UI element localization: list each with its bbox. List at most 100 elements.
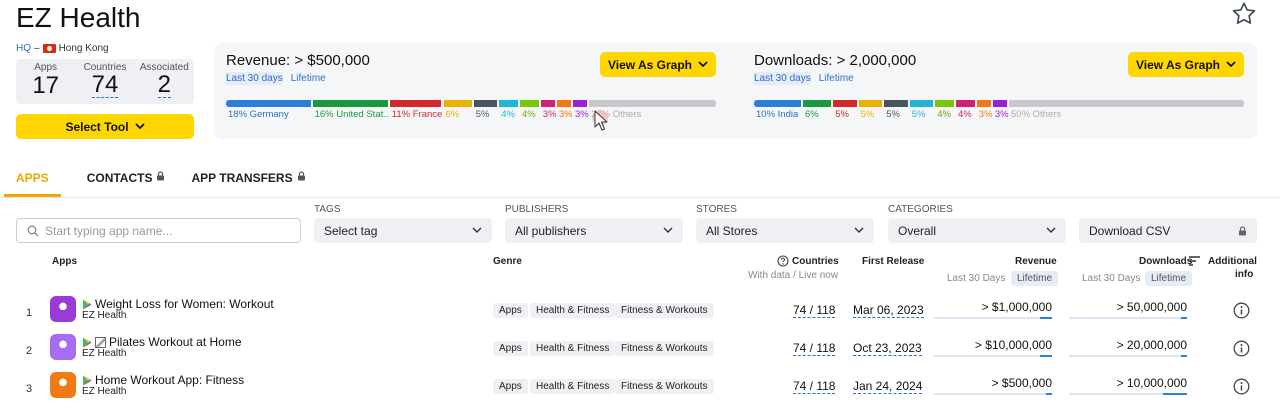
app-name[interactable]: Home Workout App: Fitness <box>95 373 244 387</box>
tab-apps[interactable]: APPS <box>4 163 61 197</box>
genre-chip[interactable]: Health & Fitness <box>530 341 616 356</box>
column-revenue[interactable]: Revenue <box>1015 256 1057 267</box>
bar-segment[interactable] <box>589 100 716 107</box>
bar-segment[interactable] <box>520 100 539 107</box>
revenue-tab-lifetime[interactable]: Lifetime <box>291 72 326 85</box>
bar-segment[interactable] <box>312 100 388 107</box>
select-tool-button[interactable]: Select Tool <box>16 114 194 139</box>
bar-segment[interactable] <box>754 100 801 107</box>
genre-chip[interactable]: Apps <box>493 303 528 318</box>
app-icon[interactable] <box>50 296 76 322</box>
bar-segment[interactable] <box>909 100 934 107</box>
app-publisher[interactable]: EZ Health <box>82 386 126 397</box>
tab-app-transfers[interactable]: APP TRANSFERS <box>191 163 305 197</box>
publishers-select[interactable]: All publishers <box>505 218 683 243</box>
revenue-period-lifetime[interactable]: Lifetime <box>1011 271 1059 286</box>
chevron-down-icon <box>134 123 145 130</box>
table-row[interactable]: 3 Home Workout App: Fitness EZ Health Apps H… <box>0 370 1280 408</box>
bar-segment[interactable] <box>573 100 588 107</box>
download-csv-button[interactable]: Download CSV <box>1079 218 1257 243</box>
stores-select[interactable]: All Stores <box>696 218 874 243</box>
countries-value[interactable]: 74 / 118 <box>793 303 836 318</box>
bar-segment[interactable] <box>803 100 832 107</box>
view-graph-label: View As Graph <box>607 57 693 72</box>
info-icon[interactable] <box>1233 378 1250 395</box>
star-icon[interactable] <box>1230 0 1258 28</box>
segment-label: 3% <box>558 109 573 120</box>
info-icon[interactable] <box>1233 302 1250 319</box>
bar-segment[interactable] <box>992 100 1007 107</box>
tab-contacts[interactable]: CONTACTS <box>87 163 166 197</box>
app-name[interactable]: Weight Loss for Women: Workout <box>95 297 274 311</box>
downloads-period-lifetime[interactable]: Lifetime <box>1145 271 1193 286</box>
app-icon[interactable] <box>50 372 76 398</box>
bar-segment[interactable] <box>389 100 442 107</box>
stat-associated[interactable]: Associated 2 <box>135 59 194 104</box>
bar-segment[interactable] <box>1009 100 1244 107</box>
table-row[interactable]: 1 Weight Loss for Women: Workout EZ Health… <box>0 294 1280 332</box>
stat-countries[interactable]: Countries 74 <box>75 59 134 104</box>
countries-value[interactable]: 74 / 118 <box>793 379 836 394</box>
app-name-line[interactable]: Home Workout App: Fitness <box>82 373 244 387</box>
downloads-bar-fill <box>1163 393 1187 395</box>
stat-value[interactable]: 74 <box>91 73 119 98</box>
downloads-period-30[interactable]: Last 30 Days <box>1082 273 1140 284</box>
info-icon[interactable] <box>1233 340 1250 357</box>
bar-segment[interactable] <box>540 100 555 107</box>
revenue-tab-last-30[interactable]: Last 30 days <box>226 72 283 85</box>
countries-value[interactable]: 74 / 118 <box>793 341 836 356</box>
app-publisher[interactable]: EZ Health <box>82 348 126 359</box>
genre-chip[interactable]: Fitness & Workouts <box>615 341 714 356</box>
genre-chip[interactable]: Apps <box>493 379 528 394</box>
bar-segment[interactable] <box>556 100 571 107</box>
genre-chip[interactable]: Fitness & Workouts <box>615 303 714 318</box>
segment-label: 11% France <box>391 109 443 120</box>
stat-value[interactable]: 2 <box>157 73 171 98</box>
downloads-view-graph-button[interactable]: View As Graph <box>1128 52 1244 77</box>
bar-segment[interactable] <box>499 100 518 107</box>
bar-segment[interactable] <box>473 100 498 107</box>
bar-segment[interactable] <box>226 100 311 107</box>
column-countries[interactable]: Countries <box>792 256 839 267</box>
first-release-value: Oct 23, 2023 <box>853 341 922 356</box>
tabs-divider <box>0 197 1280 198</box>
search-input[interactable] <box>45 223 285 238</box>
downloads-tab-last-30[interactable]: Last 30 days <box>754 72 811 85</box>
column-downloads[interactable]: Downloads <box>1139 256 1192 267</box>
app-name[interactable]: Pilates Workout at Home <box>109 335 242 349</box>
revenue-period-30[interactable]: Last 30 Days <box>947 273 1005 284</box>
table-row[interactable]: 2 Pilates Workout at Home EZ Health Apps Hea… <box>0 332 1280 370</box>
app-publisher[interactable]: EZ Health <box>82 310 126 321</box>
app-search-box[interactable] <box>16 218 301 243</box>
genre-chip[interactable]: Apps <box>493 341 528 356</box>
downloads-tab-lifetime[interactable]: Lifetime <box>819 72 854 85</box>
help-icon[interactable] <box>777 255 789 267</box>
app-name-line[interactable]: Pilates Workout at Home <box>82 335 242 349</box>
stat-apps: Apps 17 <box>16 59 75 104</box>
bar-segment[interactable] <box>858 100 883 107</box>
genre-chip[interactable]: Health & Fitness <box>530 379 616 394</box>
sort-icon[interactable] <box>1189 256 1200 266</box>
google-play-icon <box>83 299 92 309</box>
app-icon[interactable] <box>50 334 76 360</box>
bar-segment[interactable] <box>976 100 991 107</box>
column-genre[interactable]: Genre <box>493 256 522 267</box>
revenue-period-tabs: Last 30 days Lifetime <box>226 72 326 85</box>
genre-chip[interactable]: Health & Fitness <box>530 303 616 318</box>
bar-segment[interactable] <box>884 100 908 107</box>
segment-label: 3% <box>994 109 1009 120</box>
genre-chip[interactable]: Fitness & Workouts <box>615 379 714 394</box>
app-name-line[interactable]: Weight Loss for Women: Workout <box>82 297 274 311</box>
revenue-view-graph-button[interactable]: View As Graph <box>600 52 716 77</box>
column-first-release[interactable]: First Release <box>862 256 924 267</box>
bar-segment[interactable] <box>956 100 975 107</box>
bar-segment[interactable] <box>443 100 472 107</box>
segment-label: 3% <box>575 109 589 120</box>
bar-segment[interactable] <box>935 100 954 107</box>
segment-label: 18% Germany <box>228 109 289 120</box>
column-apps[interactable]: Apps <box>52 256 77 267</box>
section-tabs: APPS CONTACTS APP TRANSFERS <box>4 163 306 197</box>
tags-select[interactable]: Select tag <box>314 218 492 243</box>
bar-segment[interactable] <box>833 100 857 107</box>
categories-select[interactable]: Overall <box>888 218 1066 243</box>
